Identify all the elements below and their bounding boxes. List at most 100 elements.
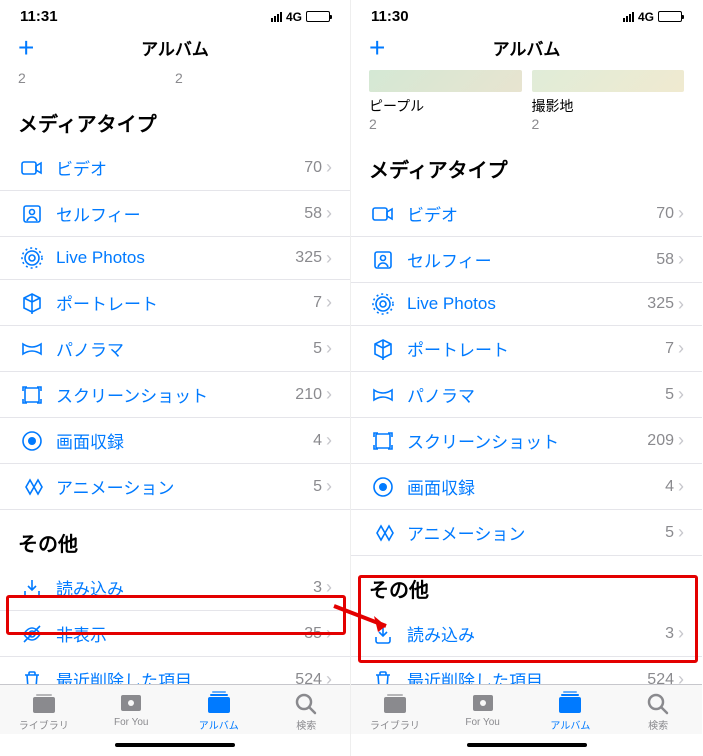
header: + アルバム [0, 29, 350, 70]
row-count: 4 [313, 432, 322, 450]
row-label: アニメーション [407, 520, 665, 545]
tab-foryou[interactable]: For You [439, 691, 527, 732]
screen-left: 11:31 4G + アルバム 2 2 メディアタイプ ビデオ70›セルフィー5… [0, 0, 351, 756]
tab-albums[interactable]: アルバム [175, 691, 263, 732]
live-icon [18, 247, 46, 269]
chevron-right-icon: › [326, 476, 332, 497]
list-row-pano[interactable]: パノラマ5› [351, 372, 702, 418]
content: 2 2 メディアタイプ ビデオ70›セルフィー58›Live Photos325… [0, 70, 350, 684]
video-icon [18, 157, 46, 179]
trash-icon [18, 669, 46, 685]
album-people[interactable]: ピープル2 [369, 70, 522, 132]
list-row-trash[interactable]: 最近削除した項目524› [0, 657, 350, 684]
list-row-selfie[interactable]: セルフィー58› [0, 191, 350, 237]
row-label: 画面収録 [407, 474, 665, 499]
row-label: 非表示 [56, 621, 304, 646]
list-row-portrait[interactable]: ポートレート7› [0, 280, 350, 326]
row-count: 7 [665, 340, 674, 358]
tab-label: ライブラリ [370, 717, 420, 732]
row-count: 70 [304, 159, 322, 177]
chevron-right-icon: › [678, 294, 684, 315]
list-row-anim[interactable]: アニメーション5› [0, 464, 350, 510]
row-count: 58 [656, 251, 674, 269]
anim-icon [369, 522, 397, 544]
list-row-trash[interactable]: 最近削除した項目524 › [351, 657, 702, 684]
add-button[interactable]: + [369, 34, 385, 62]
list-row-video[interactable]: ビデオ70› [0, 145, 350, 191]
tab-search[interactable]: 検索 [614, 691, 702, 732]
row-label: ビデオ [407, 201, 656, 226]
signal-icon [623, 12, 634, 22]
other-list: 読み込み3›非表示35›最近削除した項目524› [0, 565, 350, 684]
list-row-import[interactable]: 読み込み3› [351, 611, 702, 657]
album-places[interactable]: 撮影地2 [532, 70, 685, 132]
list-row-pano[interactable]: パノラマ5› [0, 326, 350, 372]
list-row-live[interactable]: Live Photos325› [351, 283, 702, 326]
add-button[interactable]: + [18, 34, 34, 62]
foryou-icon [118, 691, 144, 715]
row-label: アニメーション [56, 474, 313, 499]
chevron-right-icon: › [678, 669, 684, 684]
chevron-right-icon: › [326, 577, 332, 598]
list-row-record[interactable]: 画面収録4› [351, 464, 702, 510]
network-label: 4G [638, 10, 654, 24]
row-count: 5 [665, 386, 674, 404]
tab-library[interactable]: ライブラリ [351, 691, 439, 732]
list-row-screenshot[interactable]: スクリーンショット209› [351, 418, 702, 464]
list-row-video[interactable]: ビデオ70› [351, 191, 702, 237]
home-indicator[interactable] [351, 734, 702, 756]
row-label: Live Photos [407, 294, 647, 314]
trash-icon [369, 669, 397, 685]
row-count: 7 [313, 294, 322, 312]
tab-albums[interactable]: アルバム [527, 691, 615, 732]
albums-icon [206, 691, 232, 715]
list-row-screenshot[interactable]: スクリーンショット210› [0, 372, 350, 418]
library-icon [382, 691, 408, 715]
tab-library[interactable]: ライブラリ [0, 691, 88, 732]
hidden-icon [18, 623, 46, 645]
row-label: 最近削除した項目 [407, 667, 647, 684]
library-icon [31, 691, 57, 715]
section-media-types: メディアタイプ [351, 136, 702, 191]
row-count: 35 [304, 625, 322, 643]
foryou-icon [470, 691, 496, 715]
page-title: アルバム [141, 35, 209, 60]
chevron-right-icon: › [678, 249, 684, 270]
battery-icon [306, 11, 330, 22]
tab-label: ライブラリ [19, 717, 69, 732]
chevron-right-icon: › [678, 476, 684, 497]
row-count: 5 [665, 524, 674, 542]
album-count: 2 [175, 70, 183, 86]
list-row-portrait[interactable]: ポートレート7› [351, 326, 702, 372]
selfie-icon [369, 249, 397, 271]
live-icon [369, 293, 397, 315]
chevron-right-icon: › [678, 623, 684, 644]
row-label: ポートレート [56, 290, 313, 315]
list-row-hidden[interactable]: 非表示35› [0, 611, 350, 657]
row-count: 209 [647, 432, 674, 450]
tab-label: 検索 [648, 717, 668, 732]
search-icon [293, 691, 319, 715]
selfie-icon [18, 203, 46, 225]
tab-label: For You [114, 717, 148, 728]
list-row-record[interactable]: 画面収録4› [0, 418, 350, 464]
list-row-live[interactable]: Live Photos325› [0, 237, 350, 280]
home-indicator[interactable] [0, 734, 350, 756]
status-right: 4G [623, 10, 682, 24]
album-count: 2 [18, 70, 26, 86]
row-count: 3 [313, 579, 322, 597]
row-count: 524 [647, 671, 674, 685]
record-icon [18, 430, 46, 452]
album-counts-row: 2 2 [0, 70, 350, 90]
list-row-anim[interactable]: アニメーション5› [351, 510, 702, 556]
list-row-import[interactable]: 読み込み3› [0, 565, 350, 611]
content: ピープル2 撮影地2 メディアタイプ ビデオ70›セルフィー58›Live Ph… [351, 70, 702, 684]
row-count: 325 [295, 249, 322, 267]
tab-label: 検索 [296, 717, 316, 732]
tab-foryou[interactable]: For You [88, 691, 176, 732]
albums-icon [557, 691, 583, 715]
chevron-right-icon: › [326, 203, 332, 224]
list-row-selfie[interactable]: セルフィー58› [351, 237, 702, 283]
row-count: 325 [647, 295, 674, 313]
tab-search[interactable]: 検索 [263, 691, 351, 732]
